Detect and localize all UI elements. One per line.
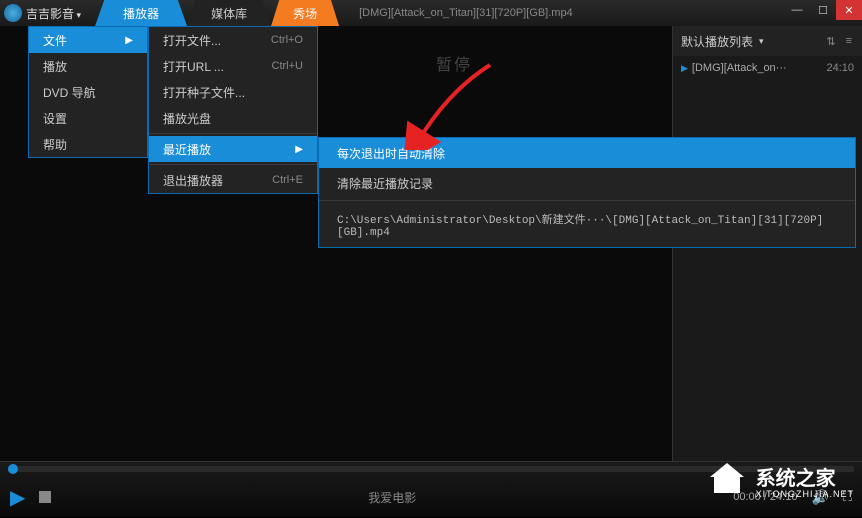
- menu-play-disc-label: 播放光盘: [163, 110, 211, 127]
- menu-open-url[interactable]: 打开URL ... Ctrl+U: [149, 53, 317, 79]
- main-menu: 文件 ▶ 播放 DVD 导航 设置 帮助: [28, 26, 148, 158]
- progress-handle[interactable]: [8, 464, 18, 474]
- menu-help[interactable]: 帮助: [29, 131, 147, 157]
- menu-auto-clear[interactable]: 每次退出时自动清除: [319, 138, 855, 168]
- playing-indicator-icon: ▶: [681, 63, 688, 74]
- menu-recent[interactable]: 最近播放 ▶: [149, 136, 317, 162]
- menu-settings[interactable]: 设置: [29, 105, 147, 131]
- pause-overlay-text: 暂停: [436, 51, 472, 75]
- menu-exit[interactable]: 退出播放器 Ctrl+E: [149, 167, 317, 193]
- minimize-button[interactable]: —: [784, 0, 810, 20]
- menu-clear-recent-label: 清除最近播放记录: [337, 175, 433, 192]
- center-text: 我爱电影: [65, 489, 719, 506]
- menu-recent-label: 最近播放: [163, 141, 211, 158]
- playlist-item[interactable]: ▶ [DMG][Attack_on··· 24:10: [673, 56, 862, 80]
- menu-exit-shortcut: Ctrl+E: [272, 174, 303, 186]
- maximize-button[interactable]: ☐: [810, 0, 836, 20]
- menu-separator: [319, 200, 855, 201]
- window-controls: — ☐ ✕: [784, 0, 862, 26]
- menu-dvd[interactable]: DVD 导航: [29, 79, 147, 105]
- recent-file-path[interactable]: C:\Users\Administrator\Desktop\新建文件···\[…: [319, 203, 855, 247]
- menu-open-file-label: 打开文件...: [163, 32, 221, 49]
- submenu-arrow-icon: ▶: [125, 35, 133, 46]
- tab-player[interactable]: 播放器: [95, 0, 187, 26]
- playlist-title[interactable]: 默认播放列表: [681, 33, 753, 50]
- menu-exit-label: 退出播放器: [163, 172, 223, 189]
- menu-open-file[interactable]: 打开文件... Ctrl+O: [149, 27, 317, 53]
- menu-file[interactable]: 文件 ▶: [29, 27, 147, 53]
- menu-play-disc[interactable]: 播放光盘: [149, 105, 317, 131]
- menu-settings-label: 设置: [43, 110, 67, 127]
- site-watermark: 系统之家 XITONGZHIJIA.NET: [706, 459, 854, 509]
- menu-play-label: 播放: [43, 58, 67, 75]
- tab-show[interactable]: 秀场: [271, 0, 339, 26]
- submenu-arrow-icon: ▶: [295, 144, 303, 155]
- playlist-sort-icon[interactable]: ⇅: [824, 33, 837, 50]
- playlist-item-name: [DMG][Attack_on···: [692, 62, 827, 74]
- play-button[interactable]: ▶: [10, 485, 25, 510]
- site-name-cn: 系统之家: [756, 468, 854, 490]
- file-submenu: 打开文件... Ctrl+O 打开URL ... Ctrl+U 打开种子文件..…: [148, 26, 318, 194]
- app-logo-icon: [4, 4, 22, 22]
- menu-play[interactable]: 播放: [29, 53, 147, 79]
- menu-dvd-label: DVD 导航: [43, 84, 96, 101]
- menu-file-label: 文件: [43, 32, 67, 49]
- stop-button[interactable]: [39, 491, 51, 503]
- menu-help-label: 帮助: [43, 136, 67, 153]
- menu-open-torrent[interactable]: 打开种子文件...: [149, 79, 317, 105]
- window-title: [DMG][Attack_on_Titan][31][720P][GB].mp4: [339, 7, 784, 19]
- title-bar: 吉吉影音 播放器 媒体库 秀场 [DMG][Attack_on_Titan][3…: [0, 0, 862, 26]
- menu-open-file-shortcut: Ctrl+O: [271, 34, 303, 46]
- site-logo-icon: [706, 459, 748, 509]
- menu-open-url-label: 打开URL ...: [163, 58, 224, 75]
- menu-separator: [149, 164, 317, 165]
- playlist-item-duration: 24:10: [826, 62, 854, 74]
- app-name-dropdown[interactable]: 吉吉影音: [26, 5, 87, 22]
- playlist-menu-icon[interactable]: ≡: [844, 33, 854, 49]
- menu-open-url-shortcut: Ctrl+U: [272, 60, 303, 72]
- menu-separator: [149, 133, 317, 134]
- menu-auto-clear-label: 每次退出时自动清除: [337, 145, 445, 162]
- tab-library[interactable]: 媒体库: [187, 0, 271, 26]
- recent-submenu: 每次退出时自动清除 清除最近播放记录 C:\Users\Administrato…: [318, 137, 856, 248]
- playlist-header: 默认播放列表 ▾ ⇅ ≡: [673, 26, 862, 56]
- site-name-en: XITONGZHIJIA.NET: [756, 490, 854, 500]
- close-button[interactable]: ✕: [836, 0, 862, 20]
- menu-open-torrent-label: 打开种子文件...: [163, 84, 245, 101]
- menu-clear-recent[interactable]: 清除最近播放记录: [319, 168, 855, 198]
